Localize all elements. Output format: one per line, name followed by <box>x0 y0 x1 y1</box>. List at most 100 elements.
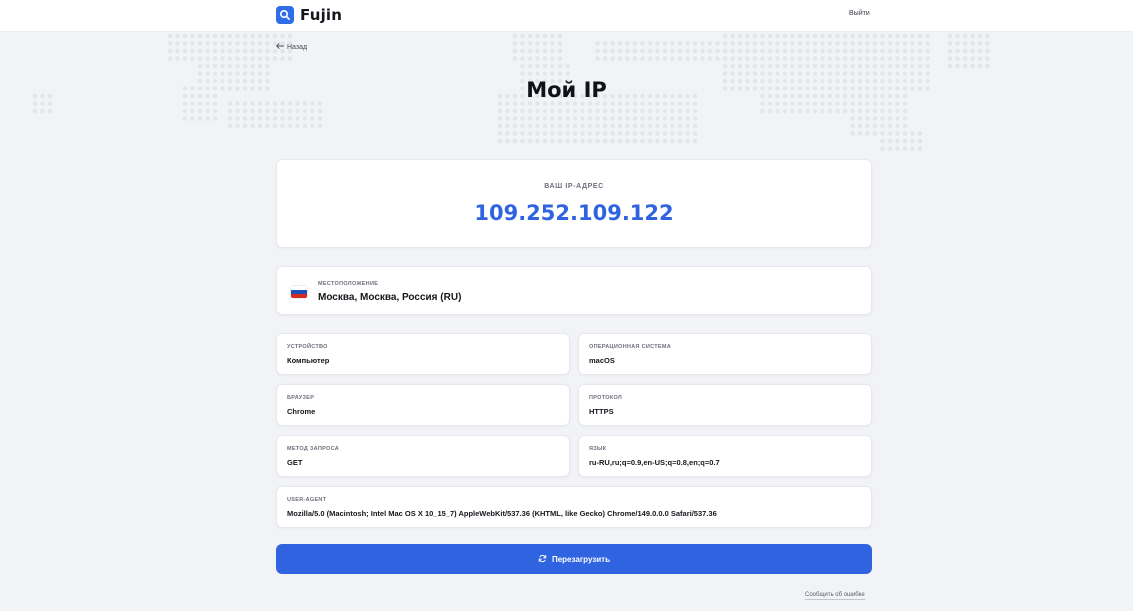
map-dot <box>197 108 203 114</box>
map-dot <box>257 41 263 46</box>
map-dot <box>887 63 893 69</box>
map-dot <box>265 48 270 54</box>
map-dot <box>647 131 653 136</box>
map-dot <box>985 63 990 69</box>
map-dot <box>565 123 570 129</box>
map-dot <box>655 41 660 46</box>
map-dot <box>670 48 675 54</box>
map-dot <box>842 48 848 54</box>
map-dot <box>655 108 660 114</box>
map-dot <box>782 108 788 114</box>
map-dot <box>602 116 608 121</box>
map-dot <box>910 48 915 54</box>
map-dot <box>685 138 690 144</box>
map-dot <box>617 56 623 61</box>
map-dot <box>910 41 915 46</box>
map-dot <box>880 138 885 144</box>
logo[interactable]: Fujin <box>276 6 342 24</box>
map-dot <box>212 116 218 121</box>
map-dot <box>272 108 278 114</box>
back-link[interactable]: Назад <box>276 43 307 51</box>
map-dot <box>737 33 743 39</box>
map-dot <box>827 48 833 54</box>
map-dot <box>227 56 233 61</box>
map-dot <box>250 116 255 121</box>
map-dot <box>190 108 195 114</box>
map-dot <box>737 63 743 69</box>
ip-address-value: 109.252.109.122 <box>474 201 674 225</box>
map-dot <box>797 33 803 39</box>
map-dot <box>580 131 585 136</box>
map-dot <box>902 146 908 151</box>
map-dot <box>527 56 533 61</box>
map-dot <box>707 41 713 46</box>
map-dot <box>250 71 255 76</box>
reload-button[interactable]: Перезагрузить <box>276 544 872 574</box>
map-dot <box>790 108 795 114</box>
map-dot <box>602 123 608 129</box>
map-dot <box>895 63 900 69</box>
map-dot <box>835 56 840 61</box>
map-dot <box>497 138 503 144</box>
map-dot <box>257 56 263 61</box>
map-dot <box>205 56 210 61</box>
map-dot <box>722 63 728 69</box>
map-dot <box>235 71 240 76</box>
map-dot <box>745 48 750 54</box>
map-dot <box>542 138 548 144</box>
map-dot <box>865 123 870 129</box>
map-dot <box>512 108 518 114</box>
map-dot <box>655 56 660 61</box>
map-dot <box>542 63 548 69</box>
map-dot <box>535 63 540 69</box>
map-dot <box>805 108 810 114</box>
map-dot <box>797 108 803 114</box>
map-dot <box>842 33 848 39</box>
map-dot <box>572 138 578 144</box>
map-dot <box>827 63 833 69</box>
map-dot <box>287 56 293 61</box>
map-dot <box>167 56 173 61</box>
map-dot <box>205 33 210 39</box>
map-dot <box>902 71 908 76</box>
map-dot <box>692 116 698 121</box>
map-dot <box>745 33 750 39</box>
language-card: ЯЗЫК ru-RU,ru;q=0.9,en-US;q=0.8,en;q=0.7 <box>578 435 872 477</box>
map-dot <box>880 41 885 46</box>
map-dot <box>512 41 518 46</box>
top-header: Fujin Выйти <box>0 0 1133 32</box>
map-dot <box>640 56 645 61</box>
map-dot <box>550 116 555 121</box>
map-dot <box>265 41 270 46</box>
map-dot <box>535 71 540 76</box>
map-dot <box>512 123 518 129</box>
device-label: УСТРОЙСТВО <box>287 344 328 350</box>
map-dot <box>497 131 503 136</box>
map-dot <box>820 33 825 39</box>
map-dot <box>812 33 818 39</box>
map-dot <box>227 123 233 129</box>
map-dot <box>610 123 615 129</box>
map-dot <box>662 48 668 54</box>
map-dot <box>827 33 833 39</box>
logout-link[interactable]: Выйти <box>849 10 870 17</box>
map-dot <box>542 131 548 136</box>
map-dot <box>730 48 735 54</box>
map-dot <box>302 123 308 129</box>
report-error-link[interactable]: Сообщить об ошибке <box>805 592 865 600</box>
map-dot <box>910 63 915 69</box>
arrow-left-icon <box>276 43 284 51</box>
map-dot <box>910 138 915 144</box>
map-dot <box>512 116 518 121</box>
map-dot <box>685 48 690 54</box>
map-dot <box>587 123 593 129</box>
russia-flag-icon <box>291 286 307 298</box>
map-dot <box>655 138 660 144</box>
map-dot <box>962 56 968 61</box>
map-dot <box>812 41 818 46</box>
map-dot <box>857 48 863 54</box>
map-dot <box>745 71 750 76</box>
map-dot <box>820 71 825 76</box>
map-dot <box>842 71 848 76</box>
map-dot <box>895 116 900 121</box>
